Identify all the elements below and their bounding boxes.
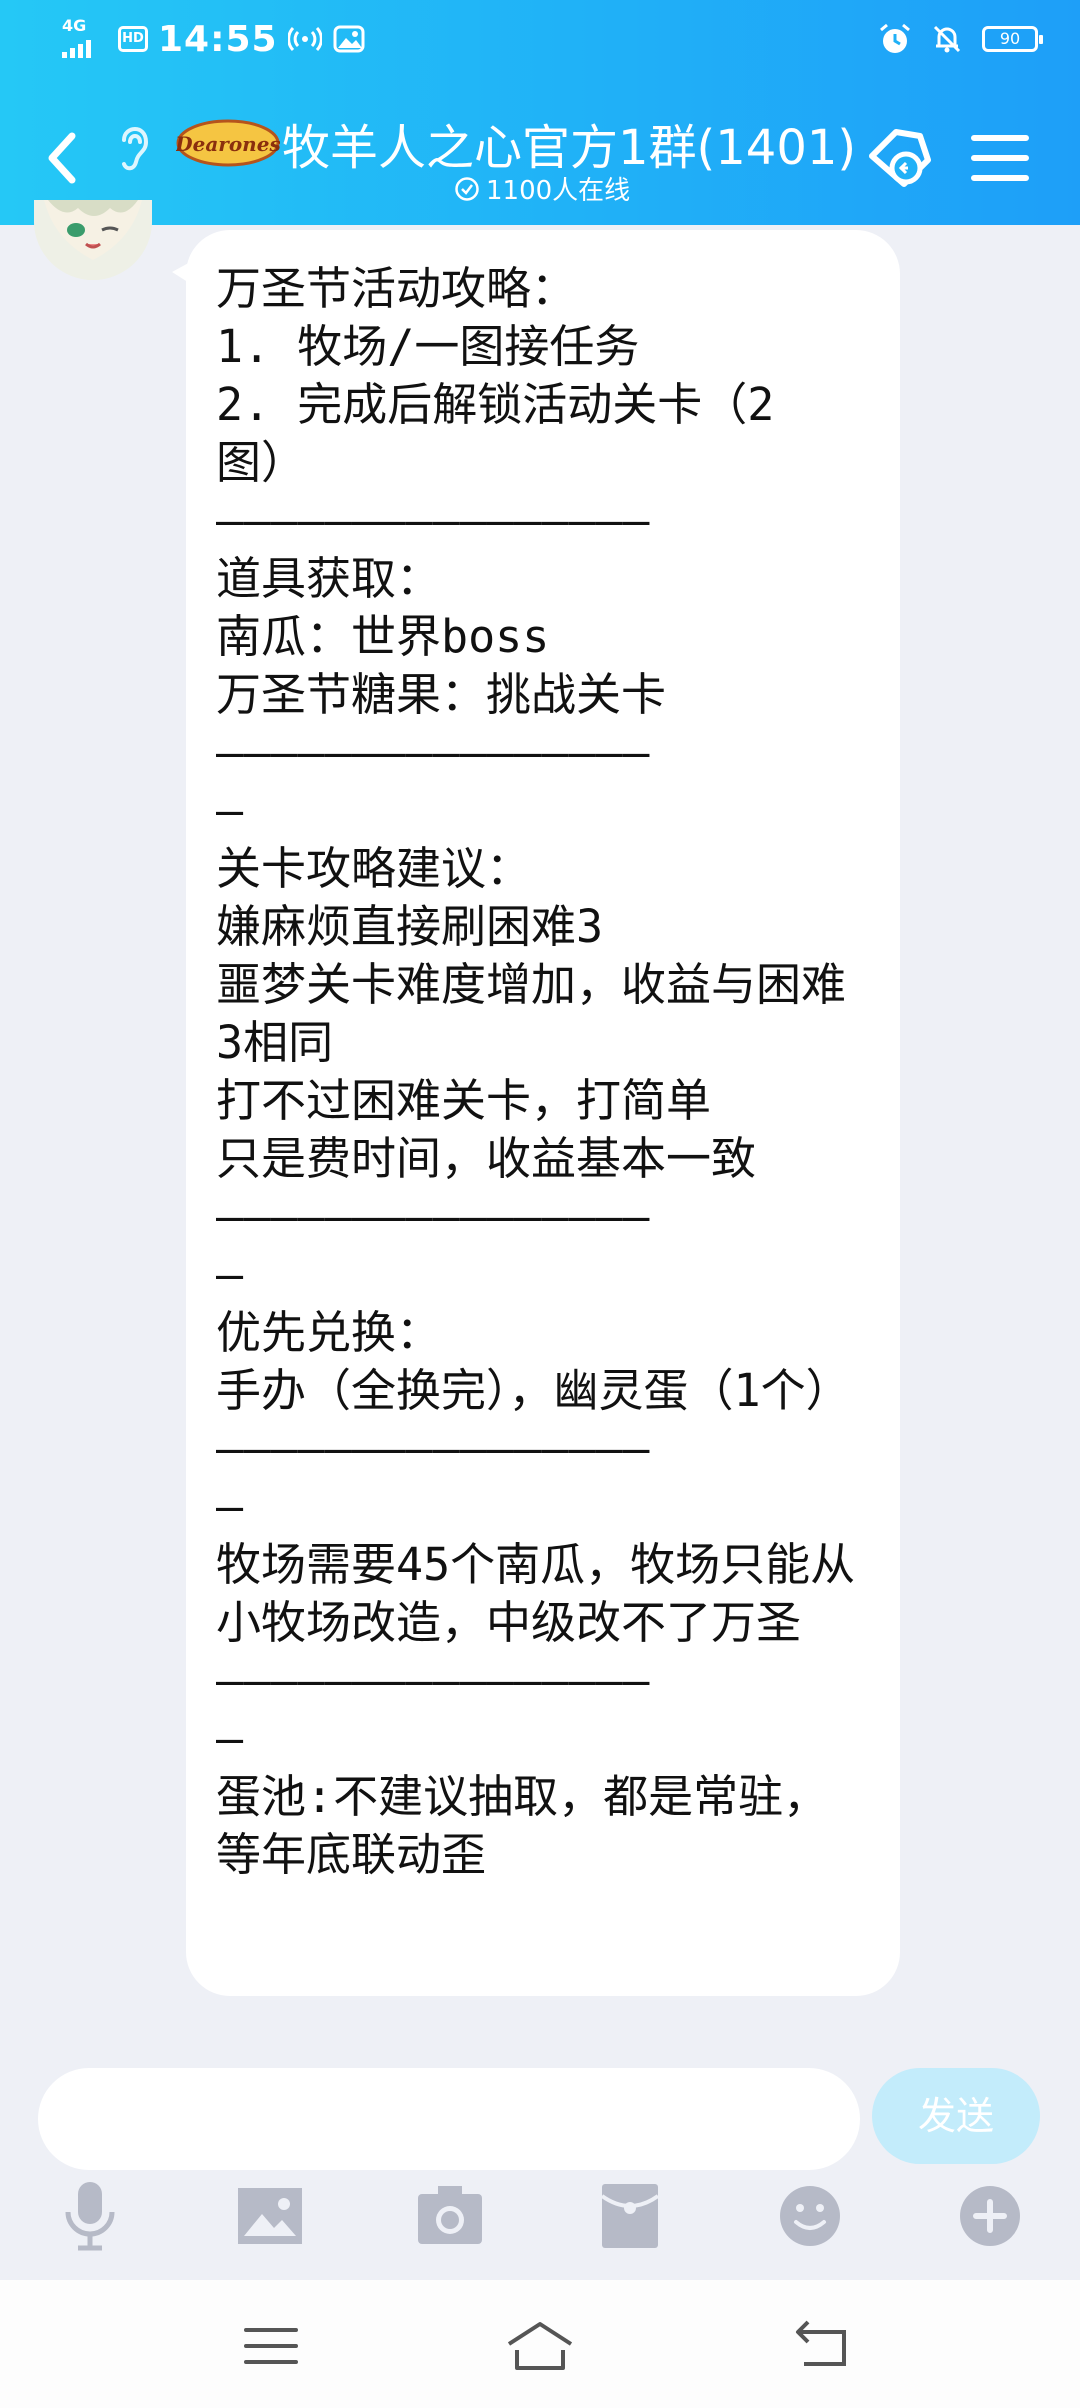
plus-icon[interactable] bbox=[950, 2176, 1030, 2256]
emoji-icon[interactable] bbox=[770, 2176, 850, 2256]
send-button[interactable]: 发送 bbox=[872, 2068, 1040, 2164]
title-bar: Dearones 牧羊人之心官方1群(1401) 1100人在线 bbox=[0, 86, 1080, 225]
battery-level: 90 bbox=[999, 29, 1021, 48]
red-packet-icon[interactable] bbox=[590, 2176, 670, 2256]
voice-icon[interactable] bbox=[50, 2176, 130, 2256]
back-icon[interactable] bbox=[40, 126, 84, 190]
message-bubble[interactable]: 万圣节活动攻略： 1. 牧场/一图接任务 2. 完成后解锁活动关卡（2图） ——… bbox=[172, 230, 900, 1996]
group-tag-icon[interactable] bbox=[862, 122, 938, 198]
gallery-notification-icon bbox=[333, 25, 365, 53]
status-bar: 4G HD 14:55 90 bbox=[0, 0, 1080, 86]
image-icon[interactable] bbox=[230, 2176, 310, 2256]
camera-icon[interactable] bbox=[410, 2176, 490, 2256]
message-text: 万圣节活动攻略： 1. 牧场/一图接任务 2. 完成后解锁活动关卡（2图） ——… bbox=[216, 262, 856, 1881]
hotspot-icon bbox=[287, 26, 322, 52]
network-type: 4G bbox=[62, 16, 87, 35]
online-status[interactable]: 1100人在线 bbox=[454, 170, 630, 207]
input-toolbar bbox=[0, 2176, 1080, 2276]
back-nav-icon[interactable] bbox=[790, 2316, 860, 2376]
signal-icon: 4G bbox=[62, 18, 108, 60]
battery-icon: 90 bbox=[982, 26, 1043, 52]
status-time: 14:55 bbox=[158, 18, 278, 60]
hd-icon: HD bbox=[118, 26, 148, 52]
header: 4G HD 14:55 90 Dearones 牧羊人之心官方1群(1401) … bbox=[0, 0, 1080, 225]
chat-title[interactable]: 牧羊人之心官方1群(1401) bbox=[282, 108, 856, 178]
online-count: 1100人在线 bbox=[486, 176, 631, 206]
earpiece-mode-icon[interactable] bbox=[114, 120, 154, 176]
message-input[interactable] bbox=[38, 2068, 860, 2170]
menu-icon[interactable] bbox=[968, 128, 1032, 188]
group-logo-text: Dearones bbox=[176, 132, 280, 156]
sender-avatar[interactable] bbox=[34, 200, 152, 280]
mute-icon bbox=[933, 25, 961, 53]
online-check-icon bbox=[455, 176, 479, 201]
system-nav-bar bbox=[0, 2280, 1080, 2408]
home-icon[interactable] bbox=[505, 2316, 575, 2376]
alarm-icon bbox=[880, 23, 910, 53]
recent-apps-icon[interactable] bbox=[236, 2316, 306, 2376]
group-logo: Dearones bbox=[176, 119, 280, 167]
